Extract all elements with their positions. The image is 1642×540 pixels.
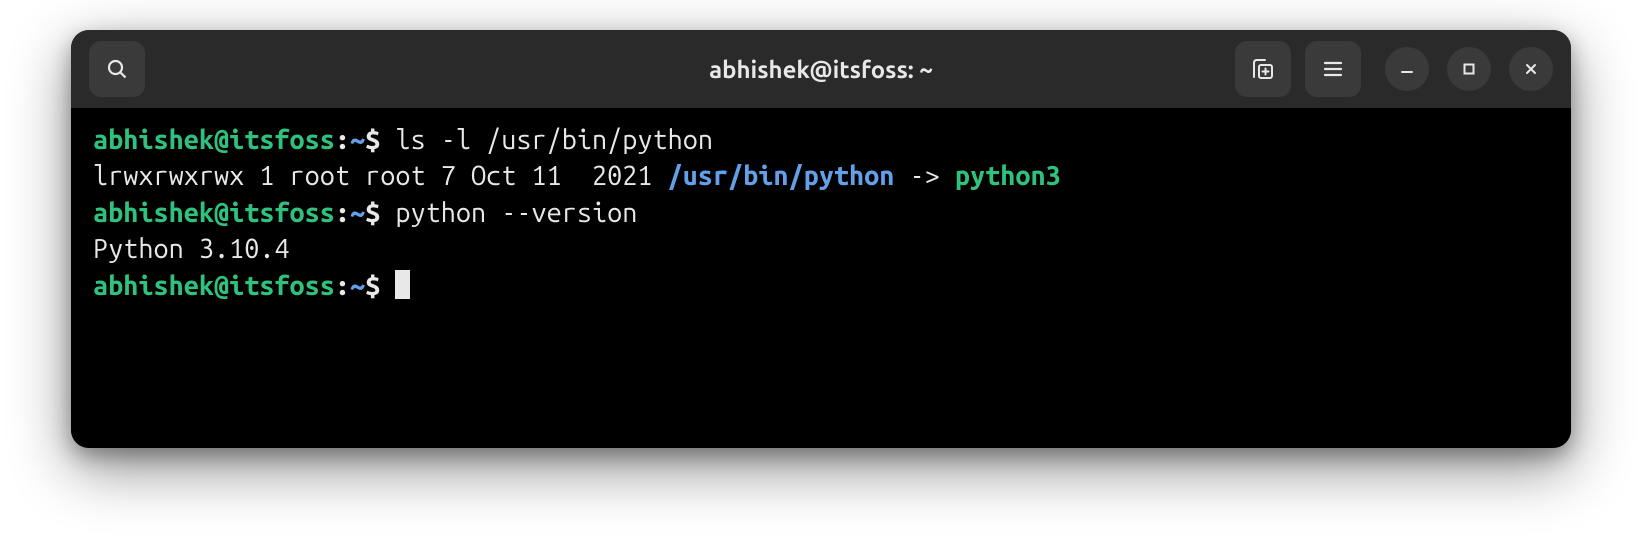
prompt-dollar: $	[365, 125, 395, 155]
symlink-target: python3	[955, 161, 1061, 191]
terminal-body[interactable]: abhishek@itsfoss:~$ ls -l /usr/bin/pytho…	[71, 108, 1571, 448]
search-button[interactable]	[89, 41, 145, 97]
close-icon	[1523, 61, 1539, 77]
terminal-line: abhishek@itsfoss:~$ python --version	[93, 198, 637, 228]
prompt-user: abhishek@itsfoss	[93, 125, 335, 155]
prompt-colon: :	[335, 198, 350, 228]
titlebar-left	[89, 41, 145, 97]
window-title: abhishek@itsfoss: ~	[709, 56, 933, 83]
prompt-user: abhishek@itsfoss	[93, 271, 335, 301]
output-text: lrwxrwxrwx 1 root root 7 Oct 11 2021	[93, 161, 668, 191]
prompt-dollar: $	[365, 198, 395, 228]
prompt-path: ~	[350, 198, 365, 228]
prompt-colon: :	[335, 125, 350, 155]
prompt-user: abhishek@itsfoss	[93, 198, 335, 228]
minimize-icon	[1399, 61, 1415, 77]
minimize-button[interactable]	[1385, 47, 1429, 91]
maximize-icon	[1461, 61, 1477, 77]
symlink-path: /usr/bin/python	[668, 161, 895, 191]
maximize-button[interactable]	[1447, 47, 1491, 91]
titlebar: abhishek@itsfoss: ~	[71, 30, 1571, 108]
hamburger-icon	[1322, 58, 1344, 80]
terminal-line: Python 3.10.4	[93, 234, 290, 264]
menu-button[interactable]	[1305, 41, 1361, 97]
arrow-text: ->	[894, 161, 954, 191]
terminal-window: abhishek@itsfoss: ~	[71, 30, 1571, 448]
window-controls	[1385, 47, 1553, 91]
terminal-line: abhishek@itsfoss:~$ ls -l /usr/bin/pytho…	[93, 125, 713, 155]
prompt-colon: :	[335, 271, 350, 301]
terminal-line: abhishek@itsfoss:~$	[93, 271, 410, 301]
command-text: python --version	[395, 198, 637, 228]
new-tab-icon	[1250, 56, 1276, 82]
close-button[interactable]	[1509, 47, 1553, 91]
titlebar-button-group	[1235, 41, 1361, 97]
terminal-line: lrwxrwxrwx 1 root root 7 Oct 11 2021 /us…	[93, 161, 1061, 191]
new-tab-button[interactable]	[1235, 41, 1291, 97]
prompt-path: ~	[350, 125, 365, 155]
output-text: Python 3.10.4	[93, 234, 290, 264]
prompt-path: ~	[350, 271, 365, 301]
command-text: ls -l /usr/bin/python	[395, 125, 713, 155]
titlebar-right	[1235, 41, 1553, 97]
prompt-dollar: $	[365, 271, 395, 301]
search-icon	[105, 57, 129, 81]
cursor	[395, 270, 410, 299]
